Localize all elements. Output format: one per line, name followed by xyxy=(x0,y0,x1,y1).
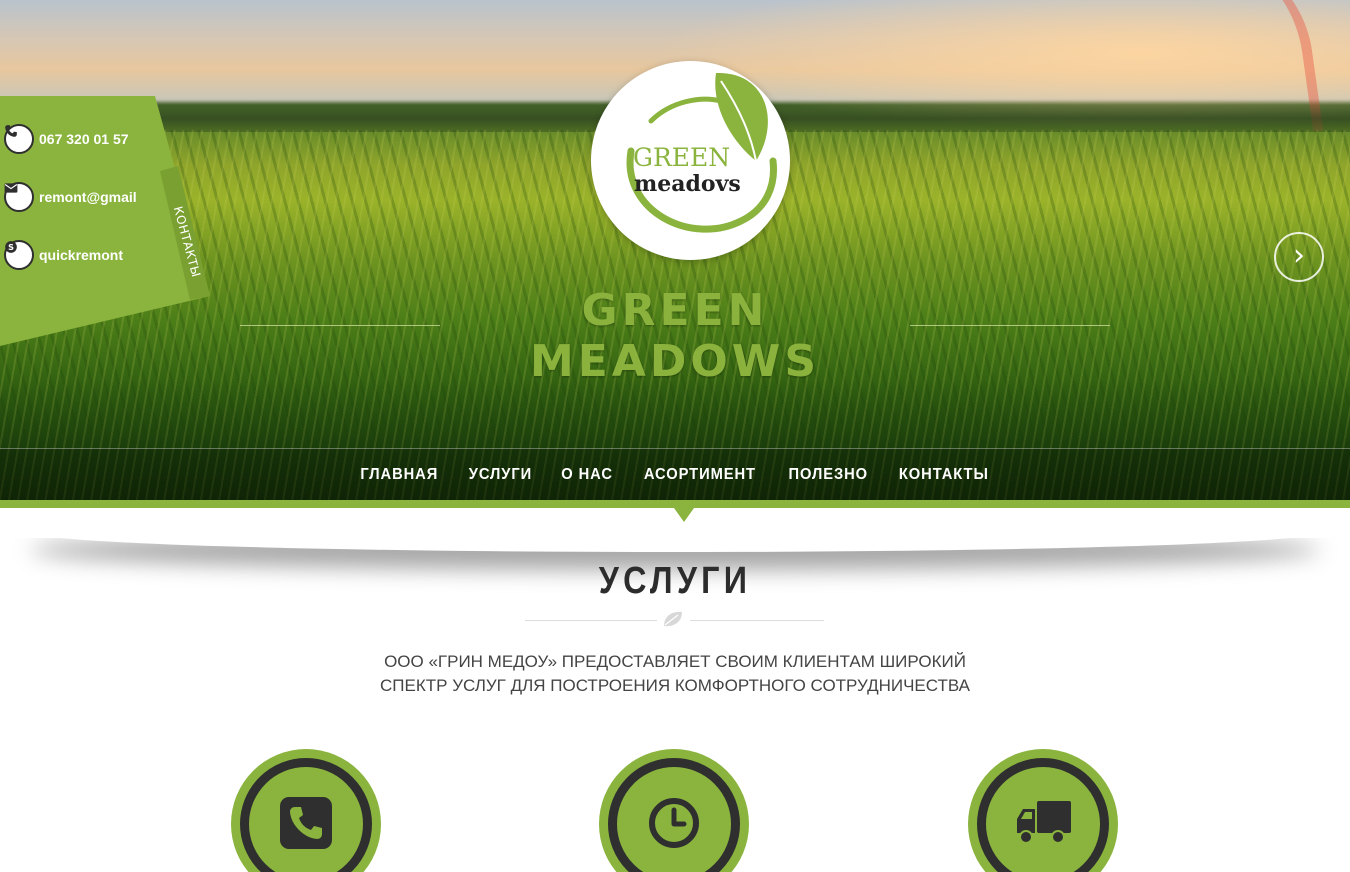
contact-skype-row[interactable]: S quickremont xyxy=(4,240,123,270)
truck-icon xyxy=(1017,801,1071,844)
hero-title: GREEN MEADOWS xyxy=(529,285,821,387)
nav-item-services[interactable]: УСЛУГИ xyxy=(469,466,532,484)
site-logo[interactable]: GREEN meadovs xyxy=(591,61,790,260)
nav-item-assortment[interactable]: АСОРТИМЕНТ xyxy=(644,466,756,484)
contact-phone-row[interactable]: 067 320 01 57 xyxy=(4,124,129,154)
nav-item-contacts[interactable]: КОНТАКТЫ xyxy=(899,466,989,484)
service-item-phone[interactable] xyxy=(231,749,381,872)
services-title: УСЛУГИ xyxy=(598,560,752,602)
envelope-icon xyxy=(4,182,34,212)
nav-accent-bar xyxy=(0,500,1350,508)
services-description-line-1: ООО «ГРИН МЕДОУ» ПРЕДОСТАВЛЯЕТ СВОИМ КЛИ… xyxy=(384,652,966,671)
contact-skype: quickremont xyxy=(39,247,124,263)
leaf-icon xyxy=(664,611,682,627)
contact-email-row[interactable]: remont@gmail xyxy=(4,182,137,212)
contact-phone: 067 320 01 57 xyxy=(39,131,129,147)
logo-word-green: GREEN xyxy=(633,143,731,172)
phone-icon xyxy=(4,124,34,154)
services-description-line-2: СПЕКТР УСЛУГ ДЛЯ ПОСТРОЕНИЯ КОМФОРТНОГО … xyxy=(380,676,970,695)
service-item-clock[interactable] xyxy=(599,749,749,872)
nav-caret xyxy=(674,508,694,522)
services-description: ООО «ГРИН МЕДОУ» ПРЕДОСТАВЛЯЕТ СВОИМ КЛИ… xyxy=(350,650,1000,698)
title-divider-right xyxy=(690,620,824,621)
main-nav: ГЛАВНАЯ УСЛУГИ О НАС АСОРТИМЕНТ ПОЛЕЗНО … xyxy=(0,448,1350,500)
phone-icon xyxy=(280,797,332,849)
contact-panel: 067 320 01 57 remont@gmail S quickremont… xyxy=(0,96,210,346)
hero-title-line-right xyxy=(910,325,1110,326)
service-item-delivery[interactable] xyxy=(968,749,1118,872)
logo-word-meadovs: meadovs xyxy=(634,171,741,197)
contact-email: remont@gmail xyxy=(39,189,137,205)
nav-item-home[interactable]: ГЛАВНАЯ xyxy=(361,466,439,484)
slider-next-button[interactable]: › xyxy=(1274,232,1324,282)
svg-text:S: S xyxy=(8,242,14,252)
nav-item-about[interactable]: О НАС xyxy=(561,466,613,484)
title-divider-left xyxy=(525,620,657,621)
nav-item-useful[interactable]: ПОЛЕЗНО xyxy=(788,466,868,484)
skype-icon: S xyxy=(4,240,34,270)
hero-title-line-left xyxy=(240,325,440,326)
clock-icon xyxy=(649,798,699,848)
